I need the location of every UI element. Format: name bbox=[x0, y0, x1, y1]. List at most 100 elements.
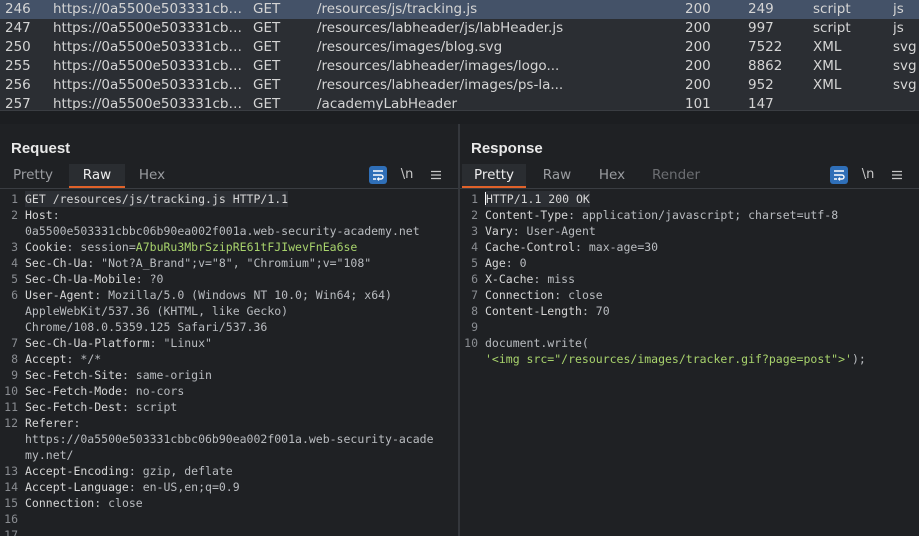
response-title: Response bbox=[471, 140, 543, 157]
line-number: 12 bbox=[4, 416, 18, 430]
code-token: A7buRu3MbrSzipRE61tFJIwevFnEa6se bbox=[135, 240, 358, 254]
cell-host: https://0a5500e503331cbbc... bbox=[53, 20, 248, 36]
cell-method: GET bbox=[253, 20, 281, 36]
cell-host: https://0a5500e503331cbbc... bbox=[53, 1, 248, 17]
code-line: 7 Sec-Ch-Ua-Platform: "Linux" bbox=[0, 335, 458, 351]
code-text: Host: bbox=[25, 207, 60, 223]
newline-icon[interactable]: \n bbox=[398, 166, 416, 184]
code-token: Cache-Control bbox=[485, 240, 576, 254]
word-wrap-icon[interactable] bbox=[830, 166, 848, 184]
cell-length: 997 bbox=[748, 20, 774, 36]
cell-url: /resources/labheader/images/logo... bbox=[317, 58, 560, 74]
tab-request-pretty[interactable]: Pretty bbox=[4, 164, 62, 188]
code-text: Connection: close bbox=[25, 495, 143, 511]
code-line: 8 Content-Length: 70 bbox=[460, 303, 919, 319]
cell-host: https://0a5500e503331cbbc... bbox=[53, 96, 248, 110]
table-row[interactable]: 255 https://0a5500e503331cbbc... GET/resou… bbox=[0, 57, 919, 76]
code-token: : ?0 bbox=[135, 272, 164, 286]
cell-id: 250 bbox=[5, 39, 31, 55]
cell-mime: XML bbox=[813, 58, 842, 74]
code-line: 16 bbox=[0, 511, 458, 527]
cell-id: 255 bbox=[5, 58, 31, 74]
line-number: 4 bbox=[11, 256, 18, 270]
table-row[interactable]: 246 https://0a5500e503331cbbc... GET/resou… bbox=[0, 0, 919, 19]
request-tabs: Pretty Raw Hex bbox=[0, 164, 458, 188]
line-number: 3 bbox=[471, 224, 478, 238]
code-token: Sec-Ch-Ua-Mobile bbox=[25, 272, 136, 286]
cell-status: 200 bbox=[685, 1, 711, 17]
code-line: 15 Connection: close bbox=[0, 495, 458, 511]
cell-mime: XML bbox=[813, 77, 842, 93]
table-row[interactable]: 256 https://0a5500e503331cbbc... GET/resou… bbox=[0, 76, 919, 95]
table-row[interactable]: 250 https://0a5500e503331cbbc... GET/resou… bbox=[0, 38, 919, 57]
code-text: https://0a5500e503331cbbc06b90ea002f001a… bbox=[25, 431, 434, 447]
code-token: Accept bbox=[25, 352, 67, 366]
tab-response-render[interactable]: Render bbox=[646, 164, 706, 188]
cell-method: GET bbox=[253, 39, 281, 55]
code-text: Content-Type: application/javascript; ch… bbox=[485, 207, 838, 223]
code-text: Chrome/108.0.5359.125 Safari/537.36 bbox=[25, 319, 267, 335]
code-text: Cookie: session=A7buRu3MbrSzipRE61tFJIwe… bbox=[25, 239, 357, 255]
code-line: 6 X-Cache: miss bbox=[460, 271, 919, 287]
table-row[interactable]: 257 https://0a5500e503331cbbc... GET/acade… bbox=[0, 95, 919, 110]
response-pane: Response Pretty Raw Hex Render \n 1 HTTP/… bbox=[460, 124, 919, 536]
line-number: 2 bbox=[471, 208, 478, 222]
code-text: Accept-Language: en-US,en;q=0.9 bbox=[25, 479, 240, 495]
code-line: 11 Sec-Fetch-Dest: script bbox=[0, 399, 458, 415]
menu-icon[interactable] bbox=[427, 166, 445, 184]
tab-response-pretty[interactable]: Pretty bbox=[462, 164, 526, 188]
tab-request-raw[interactable]: Raw bbox=[69, 164, 125, 188]
cell-length: 8862 bbox=[748, 58, 783, 74]
tab-response-raw[interactable]: Raw bbox=[532, 164, 582, 188]
line-number: 9 bbox=[11, 368, 18, 382]
code-token: Cookie bbox=[25, 240, 67, 254]
cell-ext: js bbox=[893, 20, 904, 36]
table-row[interactable]: 247 https://0a5500e503331cbbc... GET/resou… bbox=[0, 19, 919, 38]
code-line: 9 bbox=[460, 319, 919, 335]
tab-request-hex[interactable]: Hex bbox=[127, 164, 177, 188]
cell-id: 246 bbox=[5, 1, 31, 17]
code-line: 4 Sec-Ch-Ua: "Not?A_Brand";v="8", "Chromi… bbox=[0, 255, 458, 271]
menu-icon[interactable] bbox=[888, 166, 906, 184]
code-token: Sec-Fetch-Dest bbox=[25, 400, 122, 414]
line-number: 8 bbox=[471, 304, 478, 318]
code-token: : miss bbox=[533, 272, 576, 286]
code-line: 12 Referer: bbox=[0, 415, 458, 431]
line-number: 5 bbox=[471, 256, 478, 270]
cell-length: 7522 bbox=[748, 39, 783, 55]
word-wrap-icon[interactable] bbox=[369, 166, 387, 184]
code-token: Connection bbox=[25, 496, 95, 510]
code-text: X-Cache: miss bbox=[485, 271, 575, 287]
code-token: : max-age=30 bbox=[575, 240, 659, 254]
code-token: Chrome/108.0.5359.125 Safari/537.36 bbox=[25, 320, 268, 334]
code-line: 3 Cookie: session=A7buRu3MbrSzipRE61tFJIw… bbox=[0, 239, 458, 255]
line-number: 10 bbox=[464, 336, 478, 350]
code-token: : "Linux" bbox=[149, 336, 212, 350]
response-editor[interactable]: 1 HTTP/1.1 200 OK 2 Content-Type: applicati… bbox=[460, 191, 919, 536]
code-line: 1 HTTP/1.1 200 OK bbox=[460, 191, 919, 207]
code-token: : session= bbox=[66, 240, 136, 254]
code-token: document.write( bbox=[485, 336, 589, 350]
code-token: : script bbox=[121, 400, 178, 414]
cell-status: 200 bbox=[685, 58, 711, 74]
code-text: Referer: bbox=[25, 415, 80, 431]
cell-host: https://0a5500e503331cbbc... bbox=[53, 77, 248, 93]
tab-response-hex[interactable]: Hex bbox=[590, 164, 634, 188]
line-number: 17 bbox=[4, 528, 18, 536]
code-text: Content-Length: 70 bbox=[485, 303, 610, 319]
code-token: Accept-Language bbox=[25, 480, 129, 494]
code-token: : close bbox=[554, 288, 603, 302]
pane-divider-horizontal[interactable] bbox=[0, 110, 919, 124]
request-editor[interactable]: 1 GET /resources/js/tracking.js HTTP/1.1 2… bbox=[0, 191, 458, 536]
newline-icon[interactable]: \n bbox=[859, 166, 877, 184]
code-line: '<img src="/resources/images/tracker.gif… bbox=[460, 351, 919, 367]
code-text: Accept-Encoding: gzip, deflate bbox=[25, 463, 233, 479]
cell-mime: script bbox=[813, 20, 851, 36]
code-text: Connection: close bbox=[485, 287, 603, 303]
code-token: my.net/ bbox=[25, 448, 74, 462]
code-token: Content-Length bbox=[485, 304, 582, 318]
code-text: Sec-Ch-Ua-Platform: "Linux" bbox=[25, 335, 212, 351]
line-number: 7 bbox=[11, 336, 18, 350]
line-number: 15 bbox=[4, 496, 18, 510]
code-token: : same-origin bbox=[121, 368, 212, 382]
